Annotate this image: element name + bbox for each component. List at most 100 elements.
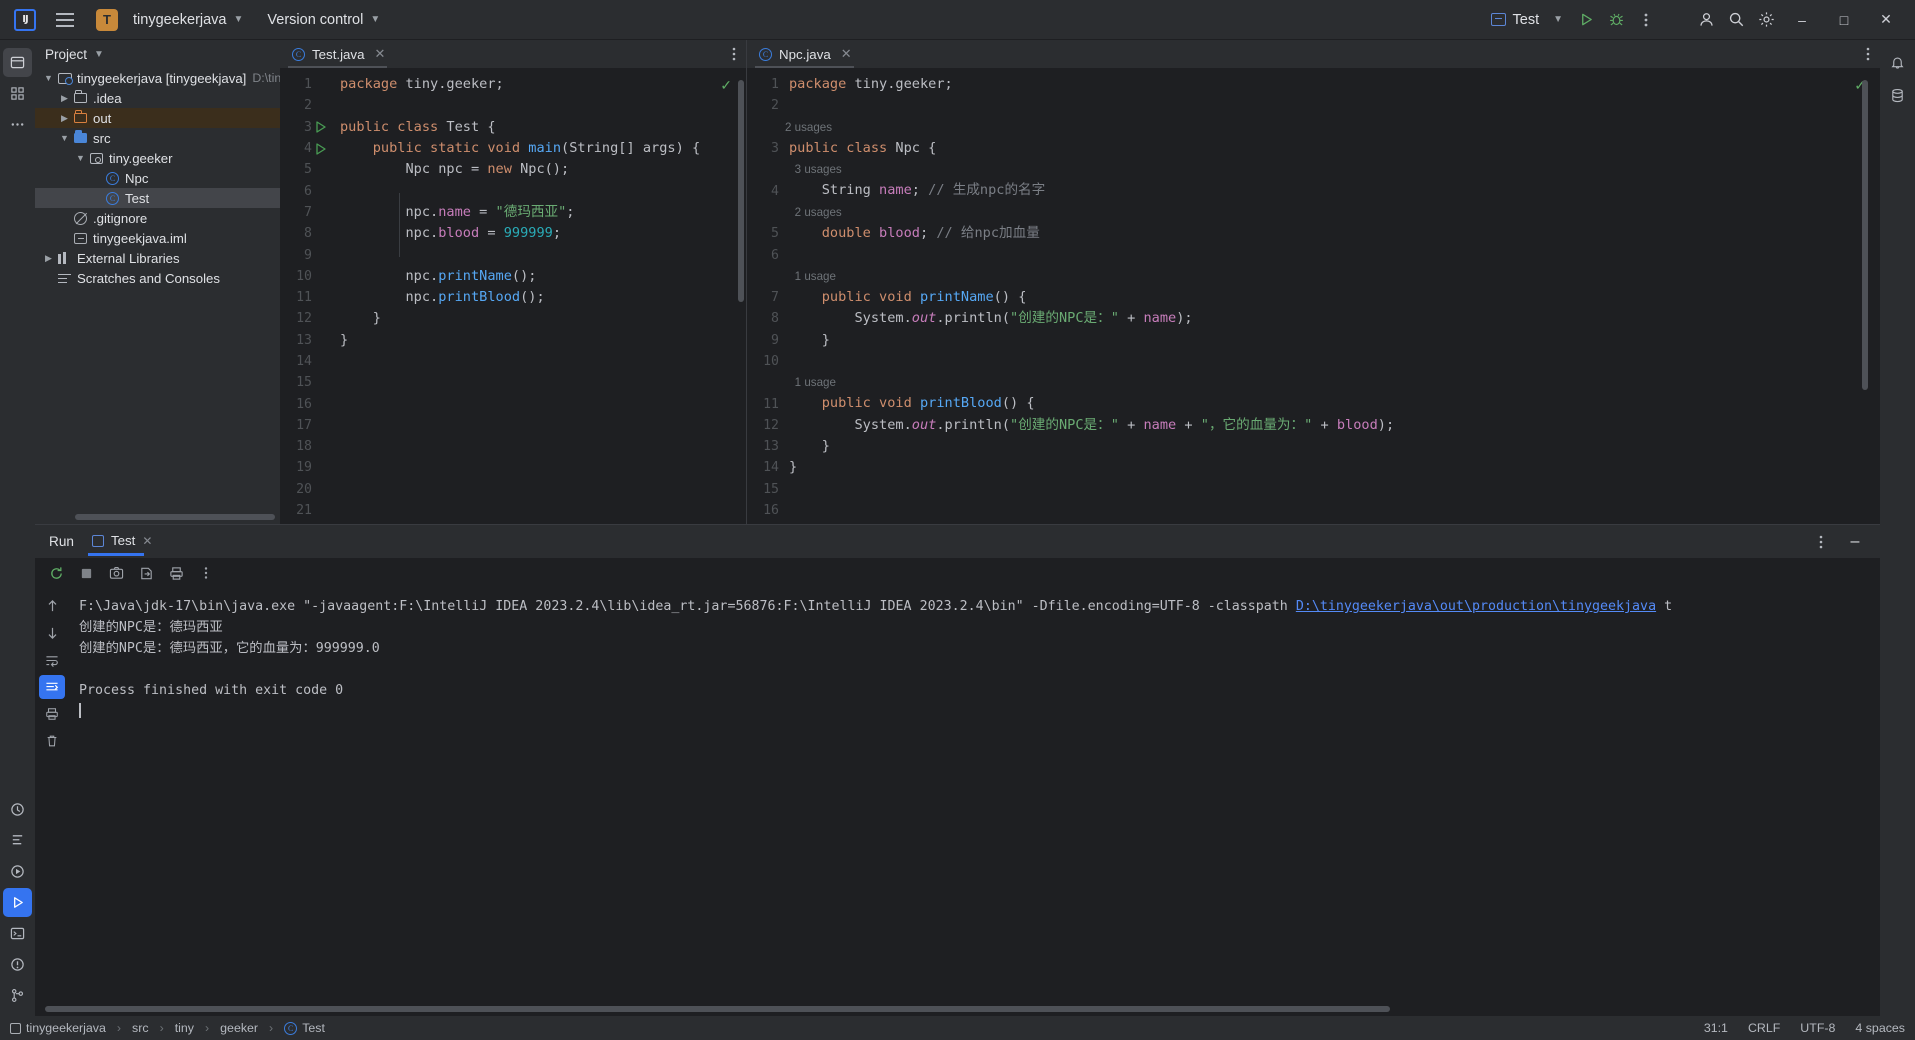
tool-window-commit[interactable] [3, 79, 32, 108]
print-button[interactable] [163, 561, 189, 585]
chevron-down-icon[interactable]: ▼ [73, 153, 88, 163]
code-line[interactable]: package tiny.geeker; [785, 74, 1880, 95]
code-line[interactable]: } [785, 436, 1880, 457]
scroll-down-button[interactable] [39, 621, 65, 645]
run-configuration-selector[interactable]: Test ▼ [1483, 9, 1572, 31]
code-line[interactable]: npc.blood = 999999; [336, 223, 746, 244]
code-line[interactable]: System.out.println("创建的NPC是：" + name); [785, 308, 1880, 329]
chevron-right-icon[interactable]: ▶ [57, 93, 72, 104]
code-line[interactable]: package tiny.geeker; [336, 74, 746, 95]
export-button[interactable] [133, 561, 159, 585]
tool-window-terminal[interactable] [3, 919, 32, 948]
breadcrumb-item[interactable]: geeker [220, 1021, 258, 1035]
maximize-button[interactable]: □ [1823, 0, 1865, 40]
usage-hint[interactable]: 3 usages [785, 159, 1880, 180]
code-line[interactable]: public void printBlood() { [785, 393, 1880, 414]
code-line[interactable] [336, 500, 746, 521]
chevron-down-icon[interactable]: ▼ [57, 133, 72, 143]
close-icon[interactable]: ✕ [142, 534, 152, 548]
breadcrumb-item[interactable]: C Test [284, 1021, 325, 1035]
line-separator[interactable]: CRLF [1748, 1021, 1780, 1035]
console-print-button[interactable] [39, 702, 65, 726]
run-panel-options-button[interactable] [1806, 527, 1836, 557]
code-text-left[interactable]: package tiny.geeker; public class Test {… [336, 68, 746, 524]
database-button[interactable] [1883, 81, 1912, 110]
tree-item-gitignore[interactable]: .gitignore [35, 208, 280, 228]
tool-window-git[interactable] [3, 981, 32, 1010]
tool-window-more[interactable] [3, 110, 32, 139]
tab-test-java[interactable]: C Test.java ✕ [280, 40, 396, 68]
tree-item-scratches-and-consoles[interactable]: Scratches and Consoles [35, 268, 280, 288]
tool-window-structure[interactable] [3, 826, 32, 855]
indent-setting[interactable]: 4 spaces [1855, 1021, 1905, 1035]
editor-options-left[interactable] [732, 40, 746, 68]
classpath-link[interactable]: D:\tinygeekerjava\out\production\tinygee… [1296, 599, 1656, 614]
code-line[interactable]: } [785, 330, 1880, 351]
screenshot-button[interactable] [103, 561, 129, 585]
close-button[interactable]: ✕ [1865, 0, 1907, 40]
breadcrumb[interactable]: tinygeekerjava › src › tiny › geeker › C Test [10, 1021, 325, 1035]
editor-vertical-scrollbar-left[interactable] [738, 80, 744, 302]
scroll-up-button[interactable] [39, 594, 65, 618]
settings-button[interactable] [1751, 5, 1781, 35]
code-text-right[interactable]: package tiny.geeker; 2 usages public clas… [785, 68, 1880, 524]
close-icon[interactable]: ✕ [841, 46, 852, 62]
code-line[interactable]: npc.name = "德玛西亚"; [336, 202, 746, 223]
rerun-button[interactable] [43, 561, 69, 585]
main-menu-icon[interactable] [52, 7, 78, 33]
code-line[interactable] [336, 244, 746, 265]
tool-window-project[interactable] [3, 48, 32, 77]
code-line[interactable] [785, 244, 1880, 265]
tree-item-tiny-geeker[interactable]: ▼ tiny.geeker [35, 148, 280, 168]
code-line[interactable] [336, 457, 746, 478]
usage-hint[interactable]: 1 usage [785, 266, 1880, 287]
code-line[interactable]: public class Test { [336, 117, 746, 138]
tree-item-tinygeekjava-iml[interactable]: tinygeekjava.iml [35, 228, 280, 248]
inspection-status-left[interactable]: ✓ [720, 77, 732, 94]
tree-item-npc[interactable]: C Npc [35, 168, 280, 188]
tool-window-run[interactable] [3, 888, 32, 917]
code-area-left[interactable]: 1 2 3 4 5 6 7 8 9 10 11 12 13 14 15 16 17 18 19 20 21 packag… [280, 68, 746, 524]
breadcrumb-item[interactable]: tiny [175, 1021, 194, 1035]
account-button[interactable] [1691, 5, 1721, 35]
code-line[interactable] [336, 415, 746, 436]
code-line[interactable] [336, 436, 746, 457]
debug-button[interactable] [1601, 5, 1631, 35]
scroll-to-end-button[interactable] [39, 675, 65, 699]
code-line[interactable]: } [785, 457, 1880, 478]
tree-item-tinygeekerjava-tinygeekjava[interactable]: ▼ tinygeekerjava [tinygeekjava] D:\tinyge [35, 68, 280, 88]
project-tree[interactable]: ▼ tinygeekerjava [tinygeekjava] D:\tinyge ▶… [35, 68, 280, 524]
code-line[interactable]: npc.printBlood(); [336, 287, 746, 308]
code-line[interactable] [336, 372, 746, 393]
code-line[interactable]: } [336, 330, 746, 351]
code-line[interactable]: Npc npc = new Npc(); [336, 159, 746, 180]
editor-vertical-scrollbar-right[interactable] [1862, 80, 1868, 390]
code-area-right[interactable]: 1 2 3 4 5 6 7 8 9 10 11 12 13 14 15 16 package tiny.gee… [747, 68, 1880, 524]
code-line[interactable] [785, 351, 1880, 372]
project-horizontal-scrollbar[interactable] [75, 514, 275, 520]
tree-item-test[interactable]: C Test [35, 188, 280, 208]
chevron-down-icon[interactable]: ▼ [41, 73, 56, 83]
code-line[interactable] [785, 479, 1880, 500]
console-command-line[interactable]: F:\Java\jdk-17\bin\java.exe "-javaagent:… [79, 596, 1880, 617]
tool-window-problems[interactable] [3, 950, 32, 979]
tree-item-out[interactable]: ▶ out [35, 108, 280, 128]
clear-console-button[interactable] [39, 729, 65, 753]
stop-button[interactable] [73, 561, 99, 585]
tree-item-src[interactable]: ▼ src [35, 128, 280, 148]
code-line[interactable] [336, 393, 746, 414]
code-line[interactable] [785, 95, 1880, 116]
project-selector[interactable]: tinygeekerjava ▼ [118, 9, 249, 31]
code-line[interactable]: String name; // 生成npc的名字 [785, 180, 1880, 201]
usage-hint[interactable]: 2 usages [785, 202, 1880, 223]
tool-window-bookmarks[interactable] [3, 795, 32, 824]
caret-position[interactable]: 31:1 [1704, 1021, 1728, 1035]
usage-hint[interactable]: 2 usages [785, 117, 1880, 138]
code-line[interactable]: } [336, 308, 746, 329]
run-tab-test[interactable]: Test ✕ [87, 533, 152, 556]
run-panel-minimize-button[interactable]: – [1840, 527, 1870, 557]
notifications-button[interactable] [1883, 48, 1912, 77]
close-icon[interactable]: ✕ [374, 46, 385, 62]
code-line[interactable]: public class Npc { [785, 138, 1880, 159]
console-output[interactable]: F:\Java\jdk-17\bin\java.exe "-javaagent:… [69, 588, 1880, 1016]
